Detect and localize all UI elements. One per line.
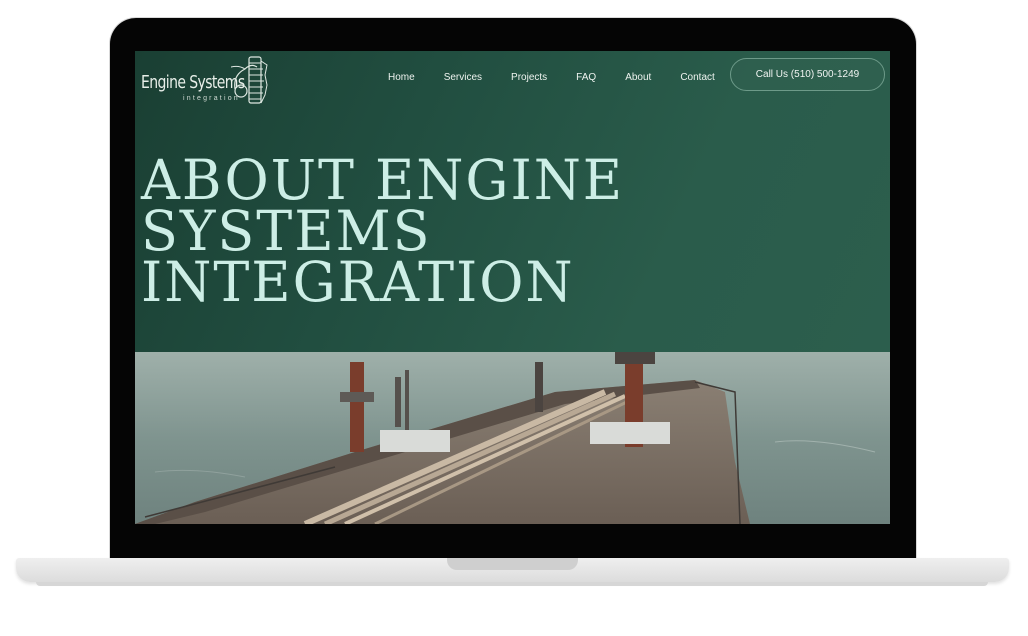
- page-title: ABOUT ENGINE SYSTEMS INTEGRATION: [141, 153, 624, 314]
- laptop-base-shadow: [36, 582, 988, 586]
- call-us-button[interactable]: Call Us (510) 500-1249: [730, 58, 885, 91]
- logo-wordmark: Engine Systems: [141, 73, 245, 93]
- nav-services[interactable]: Services: [444, 72, 482, 83]
- page-title-line-3: INTEGRATION: [141, 250, 575, 314]
- tanker-ship-image: [135, 352, 890, 524]
- hero-section: Engine Systems integration Home Services…: [135, 51, 890, 352]
- nav-faq[interactable]: FAQ: [576, 72, 596, 83]
- nav-projects[interactable]: Projects: [511, 72, 547, 83]
- nav-home[interactable]: Home: [388, 72, 415, 83]
- nav-about[interactable]: About: [625, 72, 651, 83]
- laptop-notch: [447, 558, 578, 570]
- engine-gear-icon: [231, 56, 268, 104]
- nav-contact[interactable]: Contact: [680, 72, 714, 83]
- main-nav: Home Services Projects FAQ About Contact: [388, 69, 744, 85]
- site-logo[interactable]: Engine Systems integration: [139, 55, 271, 107]
- website-viewport: Engine Systems integration Home Services…: [135, 51, 890, 524]
